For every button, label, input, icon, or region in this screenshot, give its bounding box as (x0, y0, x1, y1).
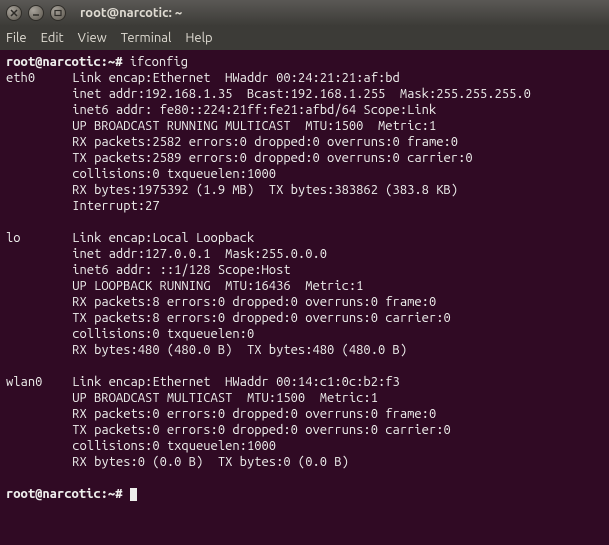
output-text: Link encap:Ethernet HWaddr 00:14:c1:0c:b… (72, 375, 414, 389)
output-text: TX packets:0 errors:0 dropped:0 overruns… (72, 423, 451, 437)
output-text: inet6 addr: ::1/128 Scope:Host (72, 263, 290, 277)
output-text: collisions:0 txqueuelen:0 (72, 327, 261, 341)
output-line: RX packets:0 errors:0 dropped:0 overruns… (6, 406, 603, 422)
window-title: root@narcotic: ~ (80, 6, 182, 20)
maximize-icon (54, 9, 62, 17)
cursor (130, 488, 137, 501)
menubar: File Edit View Terminal Help (0, 26, 609, 50)
output-line: inet addr:127.0.0.1 Mask:255.0.0.0 (6, 246, 603, 262)
output-line: TX packets:8 errors:0 dropped:0 overruns… (6, 310, 603, 326)
output-line: collisions:0 txqueuelen:1000 (6, 438, 603, 454)
output-line: RX bytes:480 (480.0 B) TX bytes:480 (480… (6, 342, 603, 358)
output-text: TX packets:2589 errors:0 dropped:0 overr… (72, 151, 472, 165)
menu-help[interactable]: Help (185, 31, 212, 45)
blank-line (6, 358, 603, 374)
interface-name: eth0 (6, 70, 72, 86)
output-line: collisions:0 txqueuelen:1000 (6, 166, 603, 182)
output-text: RX packets:2582 errors:0 dropped:0 overr… (72, 135, 458, 149)
output-text: collisions:0 txqueuelen:1000 (72, 439, 283, 453)
output-line: inet6 addr: fe80::224:21ff:fe21:afbd/64 … (6, 102, 603, 118)
output-line: TX packets:2589 errors:0 dropped:0 overr… (6, 150, 603, 166)
prompt-line: root@narcotic:~# (6, 486, 603, 502)
close-icon (10, 9, 18, 17)
output-line: UP BROADCAST RUNNING MULTICAST MTU:1500 … (6, 118, 603, 134)
blank-line (6, 470, 603, 486)
output-line: RX packets:2582 errors:0 dropped:0 overr… (6, 134, 603, 150)
interface-name: wlan0 (6, 374, 72, 390)
output-text: Link encap:Ethernet HWaddr 00:24:21:21:a… (72, 71, 414, 85)
output-text: TX packets:8 errors:0 dropped:0 overruns… (72, 311, 451, 325)
output-line: Interrupt:27 (6, 198, 603, 214)
command: ifconfig (130, 55, 188, 69)
menu-terminal[interactable]: Terminal (121, 31, 172, 45)
minimize-button[interactable] (28, 5, 44, 21)
output-text: collisions:0 txqueuelen:1000 (72, 167, 283, 181)
output-line: eth0Link encap:Ethernet HWaddr 00:24:21:… (6, 70, 603, 86)
output-line: wlan0Link encap:Ethernet HWaddr 00:14:c1… (6, 374, 603, 390)
output-text: RX bytes:1975392 (1.9 MB) TX bytes:38386… (72, 183, 458, 197)
minimize-icon (32, 9, 40, 17)
output-line: TX packets:0 errors:0 dropped:0 overruns… (6, 422, 603, 438)
output-text: UP BROADCAST MULTICAST MTU:1500 Metric:1 (72, 391, 378, 405)
menu-file[interactable]: File (6, 31, 27, 45)
maximize-button[interactable] (50, 5, 66, 21)
interface-name: lo (6, 230, 72, 246)
output-text: inet6 addr: fe80::224:21ff:fe21:afbd/64 … (72, 103, 436, 117)
close-button[interactable] (6, 5, 22, 21)
output-text: Link encap:Local Loopback (72, 231, 269, 245)
command-line: root@narcotic:~# ifconfig (6, 54, 603, 70)
output-line: collisions:0 txqueuelen:0 (6, 326, 603, 342)
prompt: root@narcotic:~# (6, 55, 130, 69)
output-text: UP BROADCAST RUNNING MULTICAST MTU:1500 … (72, 119, 436, 133)
interface-block: wlan0Link encap:Ethernet HWaddr 00:14:c1… (6, 374, 603, 486)
output-line: RX bytes:0 (0.0 B) TX bytes:0 (0.0 B) (6, 454, 603, 470)
output-line: RX packets:8 errors:0 dropped:0 overruns… (6, 294, 603, 310)
prompt: root@narcotic:~# (6, 487, 130, 501)
interface-block: eth0Link encap:Ethernet HWaddr 00:24:21:… (6, 70, 603, 230)
output-text: inet addr:127.0.0.1 Mask:255.0.0.0 (72, 247, 327, 261)
blank-line (6, 214, 603, 230)
output-text: RX packets:0 errors:0 dropped:0 overruns… (72, 407, 436, 421)
output-line: RX bytes:1975392 (1.9 MB) TX bytes:38386… (6, 182, 603, 198)
titlebar: root@narcotic: ~ (0, 0, 609, 26)
output-text: RX bytes:0 (0.0 B) TX bytes:0 (0.0 B) (72, 455, 349, 469)
menu-view[interactable]: View (78, 31, 107, 45)
terminal-area[interactable]: root@narcotic:~# ifconfigeth0Link encap:… (0, 50, 609, 545)
output-line: inet6 addr: ::1/128 Scope:Host (6, 262, 603, 278)
output-text: UP LOOPBACK RUNNING MTU:16436 Metric:1 (72, 279, 363, 293)
output-text: RX packets:8 errors:0 dropped:0 overruns… (72, 295, 436, 309)
output-line: loLink encap:Local Loopback (6, 230, 603, 246)
output-line: UP LOOPBACK RUNNING MTU:16436 Metric:1 (6, 278, 603, 294)
interface-block: loLink encap:Local Loopback inet addr:12… (6, 230, 603, 374)
output-line: UP BROADCAST MULTICAST MTU:1500 Metric:1 (6, 390, 603, 406)
output-text: inet addr:192.168.1.35 Bcast:192.168.1.2… (72, 87, 531, 101)
output-line: inet addr:192.168.1.35 Bcast:192.168.1.2… (6, 86, 603, 102)
menu-edit[interactable]: Edit (41, 31, 64, 45)
output-text: RX bytes:480 (480.0 B) TX bytes:480 (480… (72, 343, 407, 357)
output-text: Interrupt:27 (72, 199, 167, 213)
